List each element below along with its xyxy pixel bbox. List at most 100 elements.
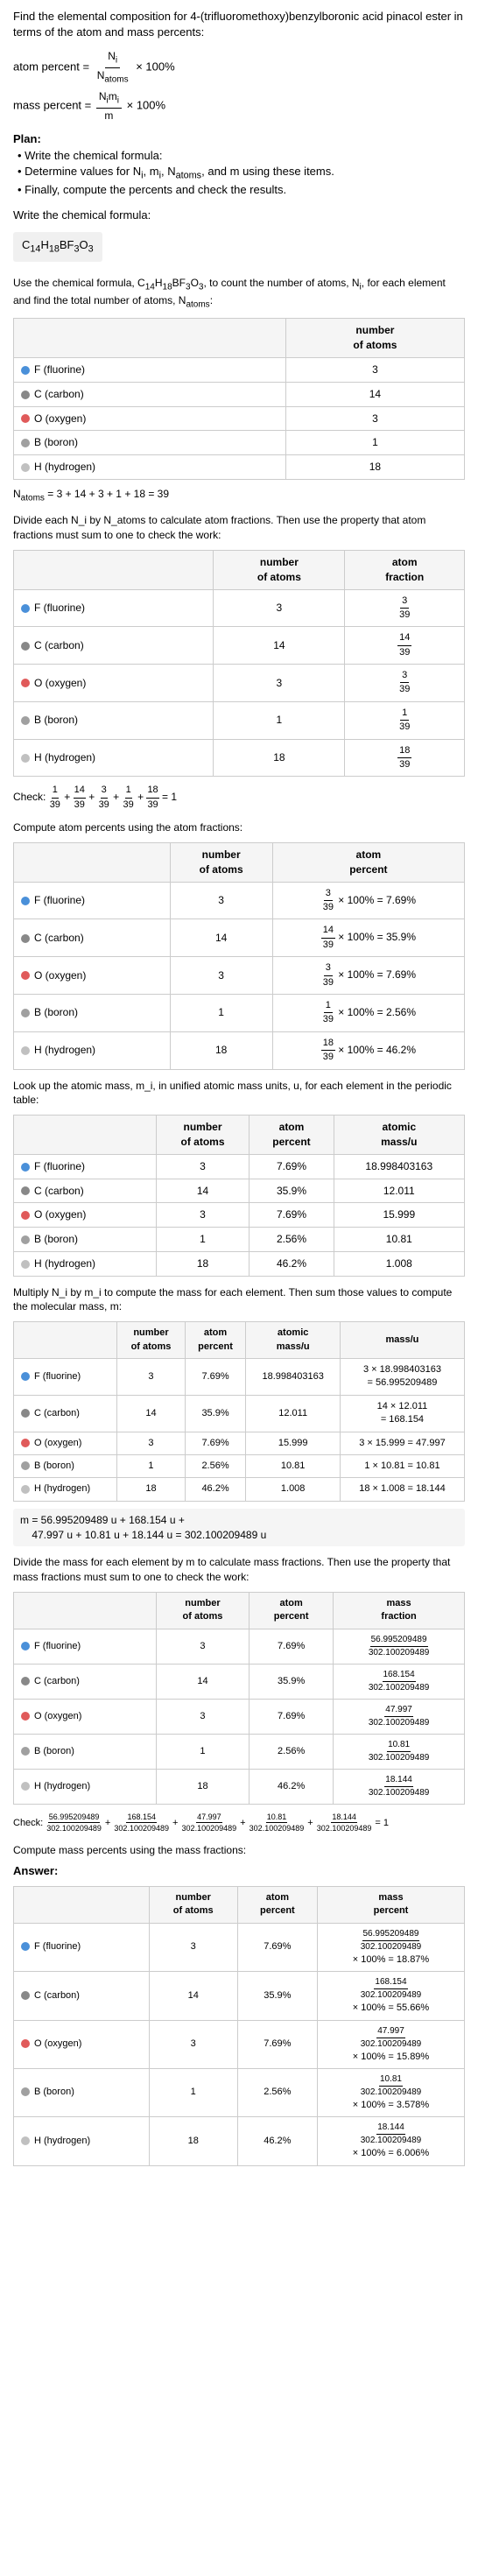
table-row: B (boron) 1 2.56% 10.81 bbox=[14, 1228, 465, 1252]
o-dot bbox=[21, 679, 30, 687]
table-row: B (boron) 1 139 bbox=[14, 701, 465, 739]
plan-item-3: • Finally, compute the percents and chec… bbox=[18, 182, 465, 198]
col-num-atoms: numberof atoms bbox=[285, 319, 464, 358]
mass-percent-formula: mass percent = Nimim × 100% bbox=[13, 89, 465, 123]
h-dot bbox=[21, 1046, 30, 1055]
b-dot bbox=[21, 1235, 30, 1244]
element-b: B (boron) bbox=[14, 431, 286, 455]
table-row: C (carbon) 14 35.9% 168.154302.100209489… bbox=[14, 1972, 465, 2020]
check-mass-fractions: Check: 56.995209489302.100209489 + 168.1… bbox=[13, 1812, 465, 1834]
h-dot bbox=[21, 1782, 30, 1791]
h-atoms: 18 bbox=[285, 455, 464, 480]
answer-label: Answer: bbox=[13, 1863, 465, 1879]
h-dot bbox=[21, 1260, 30, 1269]
mass-fractions-table: numberof atoms atompercent massfraction … bbox=[13, 1592, 465, 1805]
f-dot bbox=[21, 1642, 30, 1650]
atomic-mass-table: numberof atoms atompercent atomicmass/u … bbox=[13, 1115, 465, 1277]
b-dot bbox=[21, 1009, 30, 1017]
element-f: F (fluorine) bbox=[14, 357, 286, 382]
col-element bbox=[14, 1886, 150, 1923]
c-dot bbox=[21, 1991, 30, 2000]
c-dot bbox=[21, 1677, 30, 1686]
b-dot bbox=[21, 1461, 30, 1470]
table-row: O (oxygen) 3 339 × 100% = 7.69% bbox=[14, 957, 465, 995]
table-row: F (fluorine) 3 bbox=[14, 357, 465, 382]
table-row: O (oxygen) 3 bbox=[14, 406, 465, 431]
table-row: H (hydrogen) 18 bbox=[14, 455, 465, 480]
h-dot bbox=[21, 754, 30, 763]
n-atoms-equation: Natoms = 3 + 14 + 3 + 1 + 18 = 39 bbox=[13, 487, 465, 504]
table-row: F (fluorine) 3 339 bbox=[14, 589, 465, 627]
multiply-text: Multiply N_i by m_i to compute the mass … bbox=[13, 1285, 465, 1315]
col-num-atoms: numberof atoms bbox=[170, 843, 272, 883]
f-dot bbox=[21, 366, 30, 375]
table-row: C (carbon) 14 1439 bbox=[14, 627, 465, 665]
plan-item-1: • Write the chemical formula: bbox=[18, 148, 465, 164]
col-mass: mass/u bbox=[340, 1322, 464, 1359]
col-mass-fraction: massfraction bbox=[334, 1592, 465, 1629]
table-row: C (carbon) 14 1439 × 100% = 35.9% bbox=[14, 919, 465, 957]
o-dot bbox=[21, 414, 30, 423]
col-atom-fraction: atomfraction bbox=[345, 550, 465, 589]
col-element bbox=[14, 550, 214, 589]
o-dot bbox=[21, 1211, 30, 1220]
m-equation: m = 56.995209489 u + 168.154 u + 47.997 … bbox=[13, 1509, 465, 1547]
element-o: O (oxygen) bbox=[14, 406, 286, 431]
atoms-count-table: numberof atoms F (fluorine) 3 C (carbon)… bbox=[13, 318, 465, 480]
h-dot bbox=[21, 2136, 30, 2145]
table-row: C (carbon) 14 35.9% 12.011 14 × 12.011= … bbox=[14, 1395, 465, 1432]
col-element bbox=[14, 1322, 117, 1359]
check-fractions: Check: 139 + 1439 + 339 + 139 + 1839 = 1 bbox=[13, 784, 465, 812]
o-atoms: 3 bbox=[285, 406, 464, 431]
table-row: H (hydrogen) 18 46.2% 18.144302.10020948… bbox=[14, 2117, 465, 2165]
table-row: O (oxygen) 3 7.69% 47.997302.100209489 bbox=[14, 1699, 465, 1734]
col-atom-percent: atompercent bbox=[272, 843, 464, 883]
table-row: F (fluorine) 3 7.69% 18.998403163 bbox=[14, 1154, 465, 1179]
table-row: O (oxygen) 3 7.69% 15.999 bbox=[14, 1203, 465, 1228]
compute-mass-percents-text: Compute mass percents using the mass fra… bbox=[13, 1843, 465, 1858]
element-c: C (carbon) bbox=[14, 382, 286, 406]
c-dot bbox=[21, 642, 30, 651]
f-dot bbox=[21, 897, 30, 905]
col-atomic-mass: atomicmass/u bbox=[334, 1116, 464, 1155]
write-formula-label: Write the chemical formula: bbox=[13, 208, 465, 223]
table-row: O (oxygen) 3 7.69% 47.997302.100209489 ×… bbox=[14, 2020, 465, 2068]
lookup-text: Look up the atomic mass, m_i, in unified… bbox=[13, 1079, 465, 1109]
o-dot bbox=[21, 1439, 30, 1447]
c-dot bbox=[21, 1186, 30, 1195]
atom-percents-table: numberof atoms atompercent F (fluorine) … bbox=[13, 842, 465, 1070]
col-atomic-mass: atomicmass/u bbox=[246, 1322, 340, 1359]
table-row: F (fluorine) 3 7.69% 18.998403163 3 × 18… bbox=[14, 1359, 465, 1396]
page-title: Find the elemental composition for 4-(tr… bbox=[13, 9, 465, 40]
o-dot bbox=[21, 2039, 30, 2048]
col-num-atoms: numberof atoms bbox=[156, 1592, 249, 1629]
o-dot bbox=[21, 1712, 30, 1721]
f-dot bbox=[21, 1163, 30, 1172]
col-element bbox=[14, 319, 286, 358]
table-row: B (boron) 1 2.56% 10.81 1 × 10.81 = 10.8… bbox=[14, 1455, 465, 1478]
atom-fractions-table: numberof atoms atomfraction F (fluorine)… bbox=[13, 550, 465, 778]
c-dot bbox=[21, 391, 30, 399]
b-dot bbox=[21, 439, 30, 447]
b-dot bbox=[21, 1747, 30, 1756]
col-num-atoms: numberof atoms bbox=[214, 550, 345, 589]
col-num-atoms: numberof atoms bbox=[149, 1886, 237, 1923]
col-atom-percent: atompercent bbox=[250, 1592, 334, 1629]
table-row: H (hydrogen) 18 46.2% 18.144302.10020948… bbox=[14, 1769, 465, 1804]
c-dot bbox=[21, 934, 30, 943]
table-row: B (boron) 1 bbox=[14, 431, 465, 455]
element-h: H (hydrogen) bbox=[14, 455, 286, 480]
chemical-formula-display: C14H18BF3O3 bbox=[13, 232, 102, 262]
col-atom-percent: atompercent bbox=[237, 1886, 317, 1923]
h-dot bbox=[21, 1485, 30, 1494]
mass-percents-table: numberof atoms atompercent masspercent F… bbox=[13, 1886, 465, 2166]
table-row: B (boron) 1 2.56% 10.81302.100209489 bbox=[14, 1734, 465, 1769]
b-dot bbox=[21, 716, 30, 725]
o-dot bbox=[21, 971, 30, 980]
mass-table: numberof atoms atompercent atomicmass/u … bbox=[13, 1321, 465, 1502]
table-row: H (hydrogen) 18 1839 bbox=[14, 739, 465, 777]
use-formula-text: Use the chemical formula, C14H18BF3O3, t… bbox=[13, 276, 465, 312]
compute-atom-percents-text: Compute atom percents using the atom fra… bbox=[13, 820, 465, 835]
f-dot bbox=[21, 1372, 30, 1381]
table-row: B (boron) 1 139 × 100% = 2.56% bbox=[14, 994, 465, 1031]
